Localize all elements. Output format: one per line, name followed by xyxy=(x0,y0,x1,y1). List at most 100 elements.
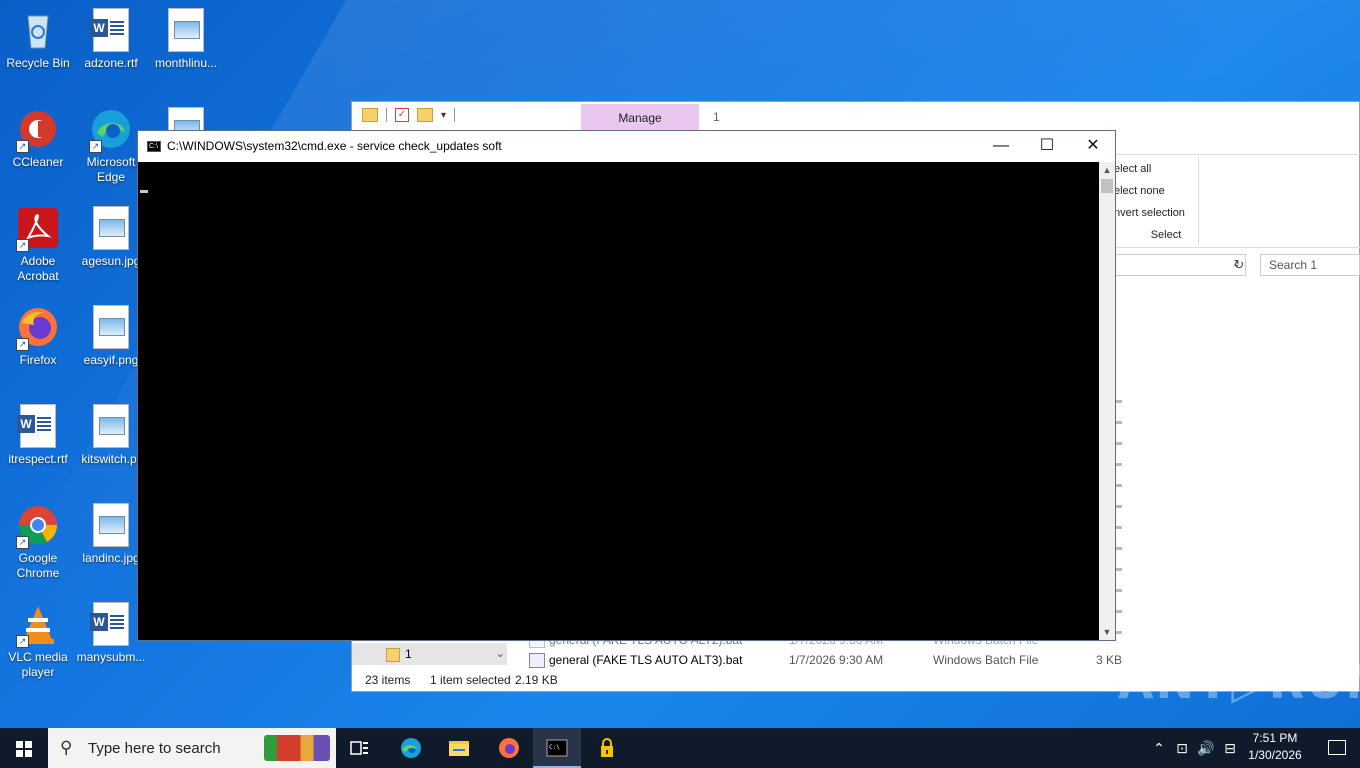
image-file-icon xyxy=(89,206,133,250)
volume-icon[interactable]: 🔊 xyxy=(1196,728,1216,768)
desktop-icon-vlc[interactable]: ↗ VLC media player xyxy=(0,602,76,680)
task-view-icon xyxy=(350,741,368,755)
edge-icon: ↗ xyxy=(89,107,133,153)
divider xyxy=(454,108,456,122)
task-view-button[interactable] xyxy=(336,728,384,768)
ribbon-select-group: elect all elect none nvert selection Sel… xyxy=(1114,158,1198,246)
cmd-window[interactable]: C:\ C:\WINDOWS\system32\cmd.exe - servic… xyxy=(137,130,1116,641)
desktop-icon-adzone[interactable]: W adzone.rtf xyxy=(73,8,149,71)
word-document-icon: W xyxy=(89,8,133,52)
meet-now-icon[interactable]: ⊡ xyxy=(1172,728,1192,768)
shortcut-arrow-icon: ↗ xyxy=(16,635,29,648)
chevron-down-icon[interactable]: ⌄ xyxy=(496,643,505,665)
desktop-icon-acrobat[interactable]: ↗ Adobe Acrobat xyxy=(0,206,76,284)
scroll-down-icon[interactable]: ▼ xyxy=(1099,624,1115,640)
customize-dropdown-icon[interactable]: ▾ xyxy=(441,110,446,121)
taskbar-cmd[interactable]: C:\ xyxy=(533,728,581,768)
firefox-icon: ↗ xyxy=(16,305,60,351)
scroll-up-icon[interactable]: ▲ xyxy=(1099,162,1115,178)
vlc-icon: ↗ xyxy=(16,602,60,648)
file-type: Windows Batch File xyxy=(933,653,1039,667)
divider xyxy=(1114,154,1360,155)
tab-manage[interactable]: Manage xyxy=(581,104,699,131)
desktop-icon-label: Recycle Bin xyxy=(6,56,70,70)
image-file-icon xyxy=(164,8,208,52)
vertical-scrollbar[interactable]: ▲ ▼ xyxy=(1099,162,1115,640)
image-file-icon xyxy=(89,305,133,349)
desktop-icon-ccleaner[interactable]: ↗ CCleaner xyxy=(0,107,76,170)
nav-pane-item-1[interactable]: 1 ⌄ xyxy=(352,643,507,665)
svg-text:C:\: C:\ xyxy=(549,744,560,751)
batch-file-icon xyxy=(529,653,545,668)
lock-icon xyxy=(601,738,613,757)
shortcut-arrow-icon: ↗ xyxy=(16,239,29,252)
taskbar: ⚲ Type here to search C:\ ⌃ ⊡ 🔊 ⊟ 7:51 P… xyxy=(0,728,1360,768)
select-none-button[interactable]: elect none xyxy=(1114,180,1198,202)
nav-item-label: 1 xyxy=(405,647,412,661)
scrollbar-thumb[interactable] xyxy=(1101,179,1113,193)
desktop-icon-monthlinu[interactable]: monthlinu... xyxy=(148,8,224,71)
console-output[interactable] xyxy=(138,162,1099,640)
taskbar-clock[interactable]: 7:51 PM 1/30/2026 xyxy=(1240,730,1310,764)
invert-selection-button[interactable]: nvert selection xyxy=(1114,202,1198,224)
chrome-icon: ↗ xyxy=(16,503,60,549)
folder-icon[interactable] xyxy=(362,108,378,122)
address-history-dropdown[interactable]: ⌄ xyxy=(1114,254,1246,276)
desktop-icon-firefox[interactable]: ↗ Firefox xyxy=(0,305,76,368)
start-button[interactable] xyxy=(0,728,48,768)
folder-icon xyxy=(386,648,400,662)
word-document-icon: W xyxy=(16,404,60,448)
refresh-icon[interactable]: ↻ xyxy=(1230,254,1248,276)
status-item-count: 23 items xyxy=(365,673,411,687)
shortcut-arrow-icon: ↗ xyxy=(89,140,102,153)
new-folder-icon[interactable] xyxy=(417,108,433,122)
notification-icon xyxy=(1328,740,1346,755)
maximize-button[interactable]: ☐ xyxy=(1024,131,1070,161)
cmd-titlebar[interactable]: C:\ C:\WINDOWS\system32\cmd.exe - servic… xyxy=(138,131,1115,162)
recycle-bin-icon xyxy=(16,8,60,52)
desktop-icon-recycle-bin[interactable]: Recycle Bin xyxy=(0,8,76,71)
search-input[interactable]: Search 1 xyxy=(1260,254,1360,276)
desktop-icon-label: Google Chrome xyxy=(16,551,60,580)
watermark: ANY▷RUN xyxy=(1118,655,1360,709)
clock-time: 7:51 PM xyxy=(1252,731,1298,745)
explorer-titlebar[interactable]: ✓ ▾ Manage 1 xyxy=(352,102,1359,132)
desktop-icon-chrome[interactable]: ↗ Google Chrome xyxy=(0,503,76,581)
taskbar-edge[interactable] xyxy=(387,728,435,768)
cmd-icon: C:\ xyxy=(147,141,161,152)
minimize-button[interactable]: — xyxy=(978,131,1024,161)
edge-icon xyxy=(401,738,421,758)
shortcut-arrow-icon: ↗ xyxy=(16,536,29,549)
shortcut-arrow-icon: ↗ xyxy=(16,338,29,351)
status-size: 2.19 KB xyxy=(515,673,558,687)
file-date: 1/7/2026 9:30 AM xyxy=(789,653,884,667)
divider xyxy=(1114,247,1360,248)
ribbon-group-label: Select xyxy=(1150,229,1182,241)
desktop-icon-label: Microsoft Edge xyxy=(86,155,136,184)
desktop-icon-label: itrespect.rtf xyxy=(8,452,68,466)
close-button[interactable]: ✕ xyxy=(1070,131,1116,161)
search-highlight-icon xyxy=(264,735,330,761)
desktop-icon-label: easyif.png xyxy=(83,353,139,367)
taskbar-firefox[interactable] xyxy=(485,728,533,768)
taskbar-search[interactable]: ⚲ Type here to search xyxy=(48,728,336,768)
divider xyxy=(1198,156,1199,246)
word-document-icon: W xyxy=(89,602,133,646)
notification-center-button[interactable] xyxy=(1312,728,1360,768)
desktop-icon-label: kitswitch.pr xyxy=(81,452,141,466)
search-placeholder: Type here to search xyxy=(88,740,221,757)
taskbar-file-explorer[interactable] xyxy=(435,728,483,768)
chevron-up-icon[interactable]: ⌃ xyxy=(1150,728,1168,768)
taskbar-lock-app[interactable] xyxy=(583,728,631,768)
desktop-icon-itrespect[interactable]: W itrespect.rtf xyxy=(0,404,76,467)
select-all-button[interactable]: elect all xyxy=(1114,158,1198,180)
quick-access-toolbar: ✓ ▾ xyxy=(362,108,456,122)
desktop-icon-label: VLC media player xyxy=(8,650,68,679)
desktop-icon-label: agesun.jpg xyxy=(81,254,141,268)
network-icon[interactable]: ⊟ xyxy=(1220,728,1240,768)
desktop-icon-label: manysubm... xyxy=(76,650,146,664)
status-selected: 1 item selected xyxy=(430,673,511,687)
search-icon: ⚲ xyxy=(60,738,73,757)
desktop-icon-label: monthlinu... xyxy=(154,56,218,70)
properties-icon[interactable]: ✓ xyxy=(395,108,409,122)
